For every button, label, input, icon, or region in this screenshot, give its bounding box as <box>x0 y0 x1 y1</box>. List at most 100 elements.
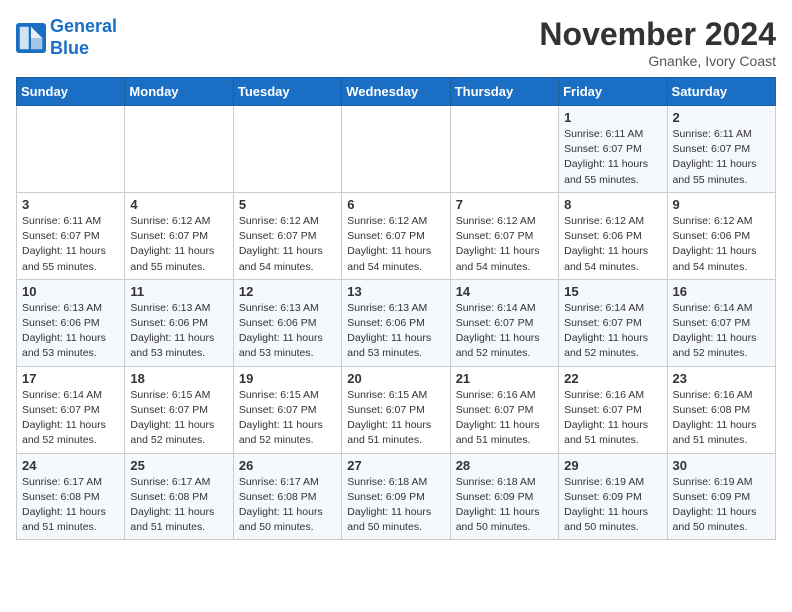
day-number: 6 <box>347 197 444 212</box>
week-row-1: 1 Sunrise: 6:11 AM Sunset: 6:07 PM Daylig… <box>17 106 776 193</box>
day-info: Sunrise: 6:13 AM Sunset: 6:06 PM Dayligh… <box>347 301 444 362</box>
day-header-saturday: Saturday <box>667 78 775 106</box>
calendar-cell: 7Sunrise: 6:12 AM Sunset: 6:07 PM Daylig… <box>450 192 558 279</box>
day-header-wednesday: Wednesday <box>342 78 450 106</box>
day-info: Sunrise: 6:12 AM Sunset: 6:06 PM Dayligh… <box>673 214 770 275</box>
calendar-cell: 2 Sunrise: 6:11 AM Sunset: 6:07 PM Daylig… <box>667 106 775 193</box>
calendar-cell: 23 Sunrise: 6:16 AM Sunset: 6:08 PM Dayli… <box>667 366 775 453</box>
day-number: 23 <box>673 371 770 386</box>
day-header-sunday: Sunday <box>17 78 125 106</box>
day-info: Sunrise: 6:17 AM Sunset: 6:08 PM Dayligh… <box>130 475 227 536</box>
day-info: Sunrise: 6:15 AM Sunset: 6:07 PM Dayligh… <box>239 388 336 449</box>
day-number: 19 <box>239 371 336 386</box>
calendar-cell: 30 Sunrise: 6:19 AM Sunset: 6:09 PM Dayli… <box>667 453 775 540</box>
day-number: 26 <box>239 458 336 473</box>
logo-line1: General <box>50 16 117 36</box>
day-number: 12 <box>239 284 336 299</box>
day-info: Sunrise: 6:11 AM Sunset: 6:07 PM Dayligh… <box>673 127 770 188</box>
calendar-cell: 8 Sunrise: 6:12 AM Sunset: 6:06 PM Daylig… <box>559 192 667 279</box>
calendar-cell: 4 Sunrise: 6:12 AM Sunset: 6:07 PM Daylig… <box>125 192 233 279</box>
calendar-cell: 29 Sunrise: 6:19 AM Sunset: 6:09 PM Dayli… <box>559 453 667 540</box>
day-info: Sunrise: 6:15 AM Sunset: 6:07 PM Dayligh… <box>130 388 227 449</box>
day-number: 13 <box>347 284 444 299</box>
day-number: 20 <box>347 371 444 386</box>
location-subtitle: Gnanke, Ivory Coast <box>539 53 776 69</box>
calendar-cell: 26 Sunrise: 6:17 AM Sunset: 6:08 PM Dayli… <box>233 453 341 540</box>
day-header-friday: Friday <box>559 78 667 106</box>
week-row-4: 17 Sunrise: 6:14 AM Sunset: 6:07 PM Dayli… <box>17 366 776 453</box>
calendar-cell: 19 Sunrise: 6:15 AM Sunset: 6:07 PM Dayli… <box>233 366 341 453</box>
day-number: 25 <box>130 458 227 473</box>
calendar-cell: 12Sunrise: 6:13 AM Sunset: 6:06 PM Dayli… <box>233 279 341 366</box>
day-info: Sunrise: 6:14 AM Sunset: 6:07 PM Dayligh… <box>673 301 770 362</box>
day-header-monday: Monday <box>125 78 233 106</box>
day-number: 22 <box>564 371 661 386</box>
day-number: 9 <box>673 197 770 212</box>
calendar-cell: 24 Sunrise: 6:17 AM Sunset: 6:08 PM Dayli… <box>17 453 125 540</box>
calendar-cell: 17 Sunrise: 6:14 AM Sunset: 6:07 PM Dayli… <box>17 366 125 453</box>
day-info: Sunrise: 6:12 AM Sunset: 6:06 PM Dayligh… <box>564 214 661 275</box>
day-info: Sunrise: 6:11 AM Sunset: 6:07 PM Dayligh… <box>22 214 119 275</box>
week-row-3: 10 Sunrise: 6:13 AM Sunset: 6:06 PM Dayli… <box>17 279 776 366</box>
calendar-cell: 15 Sunrise: 6:14 AM Sunset: 6:07 PM Dayli… <box>559 279 667 366</box>
calendar-cell <box>233 106 341 193</box>
week-row-2: 3 Sunrise: 6:11 AM Sunset: 6:07 PM Daylig… <box>17 192 776 279</box>
calendar-cell: 21 Sunrise: 6:16 AM Sunset: 6:07 PM Dayli… <box>450 366 558 453</box>
calendar-cell: 25 Sunrise: 6:17 AM Sunset: 6:08 PM Dayli… <box>125 453 233 540</box>
day-info: Sunrise: 6:15 AM Sunset: 6:07 PM Dayligh… <box>347 388 444 449</box>
day-number: 16 <box>673 284 770 299</box>
day-number: 11 <box>130 284 227 299</box>
day-info: Sunrise: 6:13 AM Sunset: 6:06 PM Dayligh… <box>22 301 119 362</box>
day-header-tuesday: Tuesday <box>233 78 341 106</box>
day-info: Sunrise: 6:16 AM Sunset: 6:07 PM Dayligh… <box>564 388 661 449</box>
day-number: 18 <box>130 371 227 386</box>
day-number: 3 <box>22 197 119 212</box>
calendar-table: SundayMondayTuesdayWednesdayThursdayFrid… <box>16 77 776 540</box>
day-info: Sunrise: 6:18 AM Sunset: 6:09 PM Dayligh… <box>456 475 553 536</box>
day-info: Sunrise: 6:17 AM Sunset: 6:08 PM Dayligh… <box>22 475 119 536</box>
calendar-cell: 3 Sunrise: 6:11 AM Sunset: 6:07 PM Daylig… <box>17 192 125 279</box>
day-info: Sunrise: 6:14 AM Sunset: 6:07 PM Dayligh… <box>564 301 661 362</box>
day-number: 24 <box>22 458 119 473</box>
calendar-cell <box>125 106 233 193</box>
calendar-cell: 10 Sunrise: 6:13 AM Sunset: 6:06 PM Dayli… <box>17 279 125 366</box>
calendar-cell: 13 Sunrise: 6:13 AM Sunset: 6:06 PM Dayli… <box>342 279 450 366</box>
day-info: Sunrise: 6:16 AM Sunset: 6:08 PM Dayligh… <box>673 388 770 449</box>
day-info: Sunrise: 6:14 AM Sunset: 6:07 PM Dayligh… <box>456 301 553 362</box>
day-number: 30 <box>673 458 770 473</box>
day-info: Sunrise: 6:14 AM Sunset: 6:07 PM Dayligh… <box>22 388 119 449</box>
day-info: Sunrise: 6:19 AM Sunset: 6:09 PM Dayligh… <box>564 475 661 536</box>
calendar-header-row: SundayMondayTuesdayWednesdayThursdayFrid… <box>17 78 776 106</box>
day-info: Sunrise: 6:19 AM Sunset: 6:09 PM Dayligh… <box>673 475 770 536</box>
day-number: 10 <box>22 284 119 299</box>
day-number: 4 <box>130 197 227 212</box>
calendar-cell: 22 Sunrise: 6:16 AM Sunset: 6:07 PM Dayli… <box>559 366 667 453</box>
day-number: 21 <box>456 371 553 386</box>
calendar-cell: 11 Sunrise: 6:13 AM Sunset: 6:06 PM Dayli… <box>125 279 233 366</box>
calendar-cell: 6Sunrise: 6:12 AM Sunset: 6:07 PM Daylig… <box>342 192 450 279</box>
calendar-cell: 27 Sunrise: 6:18 AM Sunset: 6:09 PM Dayli… <box>342 453 450 540</box>
day-number: 1 <box>564 110 661 125</box>
calendar-cell: 16 Sunrise: 6:14 AM Sunset: 6:07 PM Dayli… <box>667 279 775 366</box>
day-header-thursday: Thursday <box>450 78 558 106</box>
day-number: 29 <box>564 458 661 473</box>
day-info: Sunrise: 6:12 AM Sunset: 6:07 PM Dayligh… <box>130 214 227 275</box>
day-info: Sunrise: 6:16 AM Sunset: 6:07 PM Dayligh… <box>456 388 553 449</box>
day-number: 14 <box>456 284 553 299</box>
day-info: Sunrise: 6:18 AM Sunset: 6:09 PM Dayligh… <box>347 475 444 536</box>
day-number: 8 <box>564 197 661 212</box>
title-block: November 2024 Gnanke, Ivory Coast <box>539 16 776 69</box>
day-number: 15 <box>564 284 661 299</box>
day-info: Sunrise: 6:11 AM Sunset: 6:07 PM Dayligh… <box>564 127 661 188</box>
calendar-cell: 1 Sunrise: 6:11 AM Sunset: 6:07 PM Daylig… <box>559 106 667 193</box>
day-info: Sunrise: 6:13 AM Sunset: 6:06 PM Dayligh… <box>130 301 227 362</box>
day-info: Sunrise: 6:17 AM Sunset: 6:08 PM Dayligh… <box>239 475 336 536</box>
logo: General Blue <box>16 16 117 59</box>
day-number: 2 <box>673 110 770 125</box>
day-number: 17 <box>22 371 119 386</box>
day-info: Sunrise: 6:12 AM Sunset: 6:07 PM Dayligh… <box>239 214 336 275</box>
day-number: 28 <box>456 458 553 473</box>
logo-line2: Blue <box>50 38 89 58</box>
day-number: 27 <box>347 458 444 473</box>
month-title: November 2024 <box>539 16 776 53</box>
